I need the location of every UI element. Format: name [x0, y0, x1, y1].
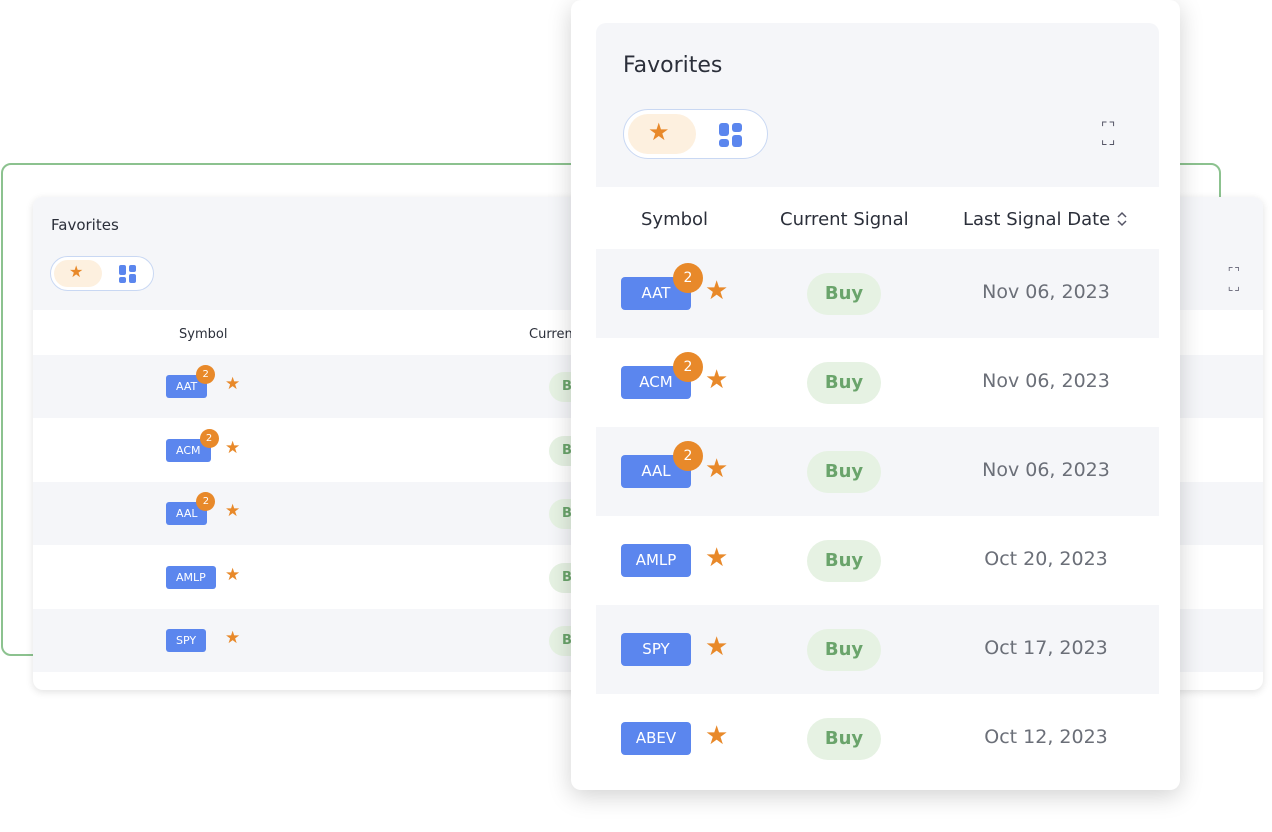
front-card-inner: Favorites ★ ⌜⌝ ⌞⌟ Symbol Current Signal L… — [571, 0, 1180, 790]
table-row[interactable]: AMLP ★ Buy Oct 20, 2023 — [596, 516, 1159, 605]
count-badge: 2 — [199, 428, 219, 448]
card-title: Favorites — [623, 53, 723, 78]
symbol-tag[interactable]: SPY — [621, 633, 691, 666]
expand-icon[interactable]: ⌜⌝ ⌞⌟ — [1101, 121, 1116, 147]
column-header-symbol[interactable]: Symbol — [641, 209, 708, 230]
symbol-label: SPY — [642, 640, 670, 658]
view-toggle: ★ — [50, 256, 154, 291]
symbol-tag[interactable]: ABEV — [621, 722, 691, 755]
star-icon[interactable]: ★ — [705, 721, 728, 751]
signal-date: Nov 06, 2023 — [982, 459, 1110, 481]
symbol-tag[interactable]: ACM 2 — [166, 428, 219, 462]
signal-pill: Buy — [807, 273, 881, 315]
star-icon[interactable]: ★ — [705, 454, 728, 484]
symbol-tag[interactable]: AAL 2 — [621, 441, 703, 488]
symbol-tag[interactable]: AAT 2 — [166, 365, 216, 398]
grid-icon[interactable] — [719, 123, 743, 147]
table-row[interactable]: SPY ★ Buy Oct 17, 2023 — [596, 605, 1159, 694]
column-header-symbol[interactable]: Symbol — [179, 327, 227, 342]
star-icon[interactable]: ★ — [705, 543, 728, 573]
symbol-label: AMLP — [635, 551, 677, 569]
table-row[interactable]: ACM 2 ★ Buy Nov 06, 2023 — [596, 338, 1159, 427]
table-row[interactable]: AAT 2 ★ Buy Nov 06, 2023 — [596, 249, 1159, 338]
star-icon[interactable]: ★ — [705, 365, 728, 395]
star-icon[interactable]: ★ — [225, 628, 240, 648]
signal-pill: Buy — [807, 629, 881, 671]
symbol-label: ACM — [639, 373, 673, 391]
column-header-last-signal-date[interactable]: Last Signal Date — [963, 209, 1128, 230]
star-icon[interactable]: ★ — [225, 565, 240, 585]
front-card-layer: Favorites ★ ⌜⌝ ⌞⌟ Symbol Current Signal L… — [571, 0, 1180, 790]
expand-icon[interactable]: ⌜⌝ ⌞⌟ — [1228, 265, 1241, 293]
count-badge: 2 — [673, 263, 703, 293]
symbol-tag[interactable]: AMLP — [621, 544, 691, 577]
symbol-tag[interactable]: SPY — [166, 629, 207, 652]
count-badge: 2 — [196, 365, 216, 384]
table-row[interactable]: ABEV ★ Buy Oct 12, 2023 — [596, 694, 1159, 783]
star-icon[interactable]: ★ — [225, 438, 240, 458]
signal-date: Nov 06, 2023 — [982, 281, 1110, 303]
column-header-label: Last Signal Date — [963, 209, 1111, 230]
star-icon[interactable]: ★ — [225, 501, 240, 521]
symbol-label: AAT — [641, 284, 671, 302]
symbol-label: ABEV — [635, 729, 677, 747]
star-icon[interactable]: ★ — [648, 118, 670, 146]
star-icon[interactable]: ★ — [705, 276, 728, 306]
symbol-tag[interactable]: AMLP — [166, 565, 216, 589]
star-icon[interactable]: ★ — [705, 632, 728, 662]
symbol-label: AAL — [641, 462, 671, 480]
count-badge: 2 — [673, 441, 703, 471]
star-icon[interactable]: ★ — [225, 374, 240, 394]
sort-icon[interactable] — [1116, 211, 1128, 229]
signal-date: Nov 06, 2023 — [982, 370, 1110, 392]
count-badge: 2 — [196, 492, 216, 511]
signal-pill: Buy — [807, 718, 881, 760]
table-row[interactable]: AAL 2 ★ Buy Nov 06, 2023 — [596, 427, 1159, 516]
star-icon[interactable]: ★ — [69, 262, 83, 281]
view-toggle: ★ — [623, 109, 768, 159]
signal-date: Oct 17, 2023 — [984, 637, 1108, 659]
symbol-tag[interactable]: AAL 2 — [166, 492, 216, 525]
grid-icon[interactable] — [119, 265, 137, 283]
symbol-tag[interactable]: ACM 2 — [621, 352, 703, 399]
count-badge: 2 — [673, 352, 703, 382]
column-header-current-signal[interactable]: Curren — [529, 327, 573, 342]
signal-pill: Buy — [807, 540, 881, 582]
symbol-tag[interactable]: AAT 2 — [621, 263, 703, 310]
signal-pill: Buy — [807, 451, 881, 493]
signal-date: Oct 20, 2023 — [984, 548, 1108, 570]
signal-date: Oct 12, 2023 — [984, 726, 1108, 748]
card-title: Favorites — [51, 216, 119, 234]
column-header-current-signal[interactable]: Current Signal — [780, 209, 909, 230]
signal-pill: Buy — [807, 362, 881, 404]
